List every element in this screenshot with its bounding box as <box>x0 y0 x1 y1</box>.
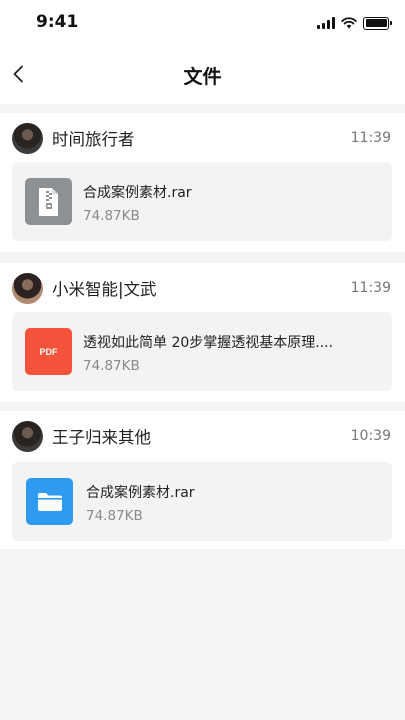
message-card: 王子归来其他 10:39 合成案例素材.rar 74.87KB <box>0 411 405 549</box>
battery-icon <box>363 16 392 30</box>
file-size: 74.87KB <box>83 358 140 374</box>
file-size: 74.87KB <box>83 208 140 224</box>
avatar[interactable] <box>12 122 43 154</box>
sender-name: 王子归来其他 <box>52 428 151 447</box>
file-attachment[interactable]: PDF 透视如此简单 20步掌握透视基本原理.... 74.87KB <box>12 312 392 391</box>
message-card: 时间旅行者 11:39 合成案例素材.rar 74.87KB <box>0 113 405 252</box>
sender-row: 王子归来其他 10:39 <box>12 420 391 452</box>
file-attachment[interactable]: 合成案例素材.rar 74.87KB <box>12 162 392 241</box>
avatar[interactable] <box>12 272 43 304</box>
sender-name: 时间旅行者 <box>52 130 135 149</box>
file-name: 合成案例素材.rar <box>83 185 192 201</box>
wifi-icon <box>341 17 357 29</box>
message-card: 小米智能|文武 11:39 PDF 透视如此简单 20步掌握透视基本原理....… <box>0 263 405 402</box>
zip-archive-icon <box>25 178 72 225</box>
file-attachment[interactable]: 合成案例素材.rar 74.87KB <box>12 462 392 541</box>
sender-row: 小米智能|文武 11:39 <box>12 272 391 304</box>
status-icons <box>317 16 392 30</box>
avatar[interactable] <box>12 420 43 452</box>
message-time: 10:39 <box>350 428 391 444</box>
pdf-icon: PDF <box>25 328 72 375</box>
status-time: 9:41 <box>36 12 79 32</box>
cellular-signal-icon <box>317 17 335 29</box>
sender-name: 小米智能|文武 <box>52 280 157 299</box>
sender-row: 时间旅行者 11:39 <box>12 122 391 154</box>
file-name: 合成案例素材.rar <box>86 485 195 501</box>
file-size: 74.87KB <box>86 508 143 524</box>
page-title: 文件 <box>183 66 222 88</box>
folder-icon <box>26 478 73 525</box>
message-time: 11:39 <box>350 280 391 296</box>
message-time: 11:39 <box>350 130 391 146</box>
top-bar: 9:41 文件 <box>0 0 405 104</box>
file-name: 透视如此简单 20步掌握透视基本原理.... <box>83 335 334 351</box>
